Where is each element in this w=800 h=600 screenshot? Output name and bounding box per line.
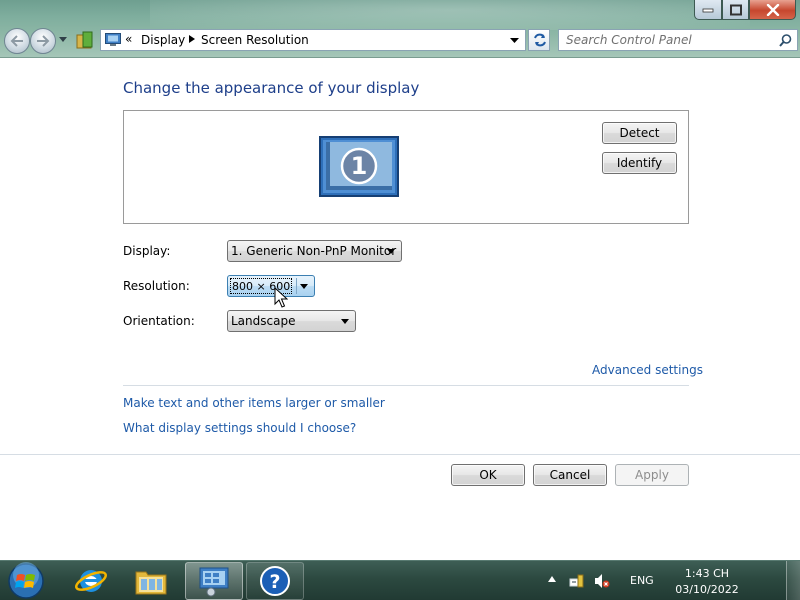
orientation-select[interactable]: Landscape [227,310,356,332]
breadcrumb-display[interactable]: Display [141,33,185,47]
footer-divider [0,454,800,455]
monitor-number: 1 [351,152,368,180]
refresh-button[interactable] [528,29,550,51]
forward-button[interactable] [30,28,56,54]
clock-date: 03/10/2022 [675,583,739,596]
mouse-cursor-icon [274,287,288,308]
display-settings-help-link[interactable]: What display settings should I choose? [123,421,356,435]
taskbar-help-and-support[interactable]: ? [246,562,304,600]
breadcrumb-overflow-chevron[interactable]: « [125,32,132,46]
cancel-button[interactable]: Cancel [533,464,607,486]
resolution-label: Resolution: [123,279,190,293]
orientation-select-value: Landscape [231,314,296,328]
apply-button[interactable]: Apply [615,464,689,486]
taskbar-internet-explorer[interactable] [62,562,120,600]
detect-button[interactable]: Detect [602,122,677,144]
minimize-button[interactable] [694,0,722,20]
search-icon[interactable] [779,34,792,47]
chevron-down-icon [387,249,395,254]
search-box[interactable] [558,29,798,51]
display-select-value: 1. Generic Non-PnP Monitor [231,244,397,258]
taskbar-control-panel[interactable] [185,562,243,600]
maximize-button[interactable] [722,0,749,20]
refresh-icon [534,33,546,47]
address-bar[interactable]: « Display Screen Resolution [100,29,526,51]
orientation-label: Orientation: [123,314,195,328]
back-arrow-icon [10,35,23,47]
close-icon [766,3,779,16]
taskbar-windows-explorer[interactable] [122,562,180,600]
start-button[interactable] [4,561,46,600]
chevron-down-icon [341,319,349,324]
resolution-select-divider [296,278,297,294]
clock-time: 1:43 CH [684,567,730,580]
taskbar: ? ENG 1:43 CH 03/10/2022 [0,560,800,600]
advanced-settings-link[interactable]: Advanced settings [592,363,703,377]
svg-text:?: ? [269,571,280,593]
back-button[interactable] [4,28,30,54]
search-input[interactable] [559,30,774,50]
breadcrumb-screen-resolution[interactable]: Screen Resolution [201,33,309,47]
text-size-link[interactable]: Make text and other items larger or smal… [123,396,385,410]
window-titlebar: « Display Screen Resolution [0,0,800,58]
help-icon: ? [260,566,290,596]
recent-pages-dropdown-icon[interactable] [59,37,67,42]
address-dropdown-icon[interactable] [510,38,519,43]
network-icon[interactable] [569,573,585,589]
show-hidden-icons-icon[interactable] [548,576,556,582]
ok-button[interactable]: OK [451,464,525,486]
internet-explorer-icon [75,570,107,592]
control-panel-folder-icon[interactable] [74,30,96,50]
titlebar-glow [150,0,750,30]
divider [123,385,689,386]
minimize-icon [702,8,714,12]
maximize-icon [729,4,742,15]
display-icon [105,33,121,46]
show-desktop-button[interactable] [786,561,800,600]
monitor-1-icon[interactable]: 1 [319,136,399,197]
resolution-select[interactable]: 800 × 600 [227,275,315,297]
page-title: Change the appearance of your display [123,79,420,97]
folder-icon [135,571,167,595]
clock[interactable]: 1:43 CH 03/10/2022 [672,566,742,598]
display-select[interactable]: 1. Generic Non-PnP Monitor [227,240,402,262]
language-indicator[interactable]: ENG [630,574,654,587]
display-label: Display: [123,244,171,258]
forward-arrow-icon [37,35,50,47]
monitor-arrangement-panel: 1 Detect Identify [123,110,689,224]
chevron-down-icon [300,284,308,289]
breadcrumb-arrow-icon[interactable] [189,35,195,43]
control-panel-icon [199,567,229,597]
identify-button[interactable]: Identify [602,152,677,174]
volume-muted-icon[interactable] [594,573,610,589]
close-button[interactable] [749,0,796,20]
